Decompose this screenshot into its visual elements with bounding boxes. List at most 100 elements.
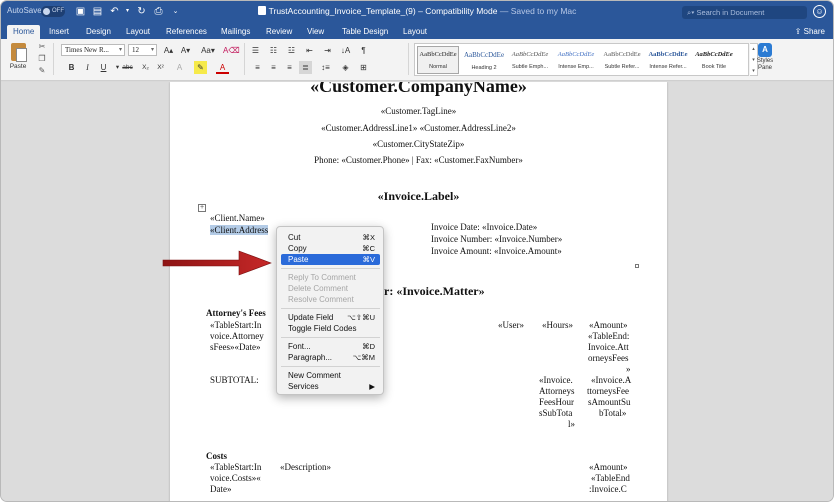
tab-table-design[interactable]: Table Design	[336, 25, 394, 39]
style-sample: AaBbCcDdEe	[648, 51, 688, 58]
style-book-title[interactable]: AaBbCcDdEe Book Title	[693, 46, 735, 74]
menu-item-paste[interactable]: Paste ⌘V	[281, 254, 380, 265]
tab-review[interactable]: Review	[260, 25, 298, 39]
font-name-select[interactable]: Times New R... ▾	[61, 44, 125, 56]
tab-insert[interactable]: Insert	[43, 25, 75, 39]
highlight-icon[interactable]: ✎	[194, 61, 207, 74]
costs-amount: «TableEnd	[591, 473, 630, 483]
annotation-arrow	[162, 250, 272, 276]
table-move-handle-icon[interactable]: +	[198, 204, 206, 212]
line-spacing-icon[interactable]: ↕≡	[319, 61, 332, 74]
style-subtle-emphasis[interactable]: AaBbCcDdEe Subtle Emph...	[509, 46, 551, 74]
column-amount: orneysFees	[588, 353, 629, 363]
menu-item-font[interactable]: Font... ⌘D	[281, 341, 380, 352]
feedback-smiley-icon[interactable]: ☺	[813, 5, 826, 18]
subtotal-hours: l»	[568, 419, 576, 429]
menu-separator	[281, 268, 380, 269]
column-amount: «TableEnd:	[588, 331, 630, 341]
font-size-select[interactable]: 12 ▾	[128, 44, 157, 56]
shading-icon[interactable]: ◈	[339, 61, 352, 74]
menu-separator	[281, 366, 380, 367]
font-color-icon[interactable]: A	[216, 61, 229, 74]
paste-button[interactable]: Paste	[4, 41, 32, 77]
saved-status: — Saved to my Mac	[499, 6, 577, 16]
tab-mailings[interactable]: Mailings	[215, 25, 256, 39]
style-heading-2[interactable]: AaBbCcDdEe Heading 2	[463, 46, 505, 74]
costs-description: «Description»	[280, 462, 331, 472]
menu-label: Update Field	[288, 313, 334, 322]
costs-amount: :Invoice.C	[589, 484, 627, 494]
style-intense-emphasis[interactable]: AaBbCcDdEe Intense Emp...	[555, 46, 597, 74]
search-document-input[interactable]: ⌕▾ Search in Document	[682, 6, 807, 19]
tab-table-layout[interactable]: Layout	[397, 25, 433, 39]
align-center-icon[interactable]: ≡	[267, 61, 280, 74]
tab-references[interactable]: References	[160, 25, 213, 39]
cut-icon[interactable]: ✂	[37, 42, 47, 52]
menu-label: Resolve Comment	[288, 295, 354, 304]
align-right-icon[interactable]: ≡	[283, 61, 296, 74]
share-label: Share	[803, 27, 825, 36]
costs-table-start: voice.Costs»«	[210, 473, 261, 483]
styles-pane-label: Styles Pane	[756, 58, 774, 71]
numbering-icon[interactable]: ☷	[267, 44, 280, 57]
format-painter-icon[interactable]: ✎	[37, 66, 47, 76]
decrease-indent-icon[interactable]: ⇤	[303, 44, 316, 57]
tab-home[interactable]: Home	[7, 25, 41, 39]
document-area: «Customer.CompanyName» «Customer.TagLine…	[1, 82, 833, 501]
style-subtle-reference[interactable]: AaBbCcDdEe Subtle Refer...	[601, 46, 643, 74]
style-sample: AaBbCcDdEe	[419, 51, 457, 58]
tab-design[interactable]: Design	[80, 25, 117, 39]
subscript-icon[interactable]: X₂	[139, 61, 152, 74]
underline-icon[interactable]: U	[97, 61, 110, 74]
style-name: Book Title	[701, 64, 727, 70]
menu-item-services[interactable]: Services ▶	[281, 381, 380, 392]
styles-pane-button[interactable]: A Styles Pane	[754, 43, 776, 79]
style-intense-reference[interactable]: AaBbCcDdEe Intense Refer...	[647, 46, 689, 74]
menu-item-cut[interactable]: Cut ⌘X	[281, 232, 380, 243]
column-amount: »	[626, 364, 631, 374]
tab-layout[interactable]: Layout	[120, 25, 156, 39]
bullets-icon[interactable]: ☰	[249, 44, 262, 57]
share-button[interactable]: ⇪ Share	[795, 25, 825, 39]
align-left-icon[interactable]: ≡	[251, 61, 264, 74]
change-case-icon[interactable]: Aa▾	[199, 44, 217, 57]
menu-item-toggle-field-codes[interactable]: Toggle Field Codes	[281, 323, 380, 334]
divider	[408, 43, 409, 75]
style-normal[interactable]: AaBbCcDdEe Normal	[417, 46, 459, 74]
menu-shortcut: ⌥⇧⌘U	[347, 313, 375, 322]
menu-label: Reply To Comment	[288, 273, 356, 282]
superscript-icon[interactable]: X²	[154, 61, 167, 74]
grow-font-icon[interactable]: A▴	[162, 44, 175, 57]
menu-item-resolve-comment: Resolve Comment	[281, 294, 380, 305]
divider	[53, 43, 54, 75]
fees-table-start: sFees»«Date»	[210, 342, 261, 352]
address-line: «Customer.AddressLine1» «Customer.Addres…	[321, 123, 516, 133]
multilevel-list-icon[interactable]: ☳	[285, 44, 298, 57]
show-formatting-icon[interactable]: ¶	[357, 44, 370, 57]
text-effects-icon[interactable]: A	[173, 61, 186, 74]
menu-item-paragraph[interactable]: Paragraph... ⌥⌘M	[281, 352, 380, 363]
column-user: «User»	[498, 320, 524, 330]
font-name-value: Times New R...	[65, 46, 109, 54]
column-amount: «Amount»	[589, 320, 628, 330]
italic-icon[interactable]: I	[81, 61, 94, 74]
copy-icon[interactable]: ❐	[37, 54, 47, 64]
invoice-number: Invoice Number: «Invoice.Number»	[431, 234, 563, 244]
menu-item-copy[interactable]: Copy ⌘C	[281, 243, 380, 254]
bold-icon[interactable]: B	[65, 61, 78, 74]
tagline: «Customer.TagLine»	[380, 106, 457, 116]
sort-icon[interactable]: ↓A	[339, 44, 352, 57]
menu-item-new-comment[interactable]: New Comment	[281, 370, 380, 381]
shrink-font-icon[interactable]: A▾	[179, 44, 192, 57]
document-page[interactable]: «Customer.CompanyName» «Customer.TagLine…	[170, 82, 667, 501]
justify-icon[interactable]: ≣	[299, 61, 312, 74]
increase-indent-icon[interactable]: ⇥	[321, 44, 334, 57]
borders-icon[interactable]: ⊞	[357, 61, 370, 74]
fees-table-start: «TableStart:In	[210, 320, 262, 330]
invoice-date: Invoice Date: «Invoice.Date»	[431, 222, 538, 232]
menu-item-update-field[interactable]: Update Field ⌥⇧⌘U	[281, 312, 380, 323]
style-name: Intense Emp...	[558, 64, 594, 70]
tab-view[interactable]: View	[301, 25, 330, 39]
clear-formatting-icon[interactable]: A⌫	[223, 44, 240, 57]
strikethrough-icon[interactable]: abc	[121, 61, 134, 74]
